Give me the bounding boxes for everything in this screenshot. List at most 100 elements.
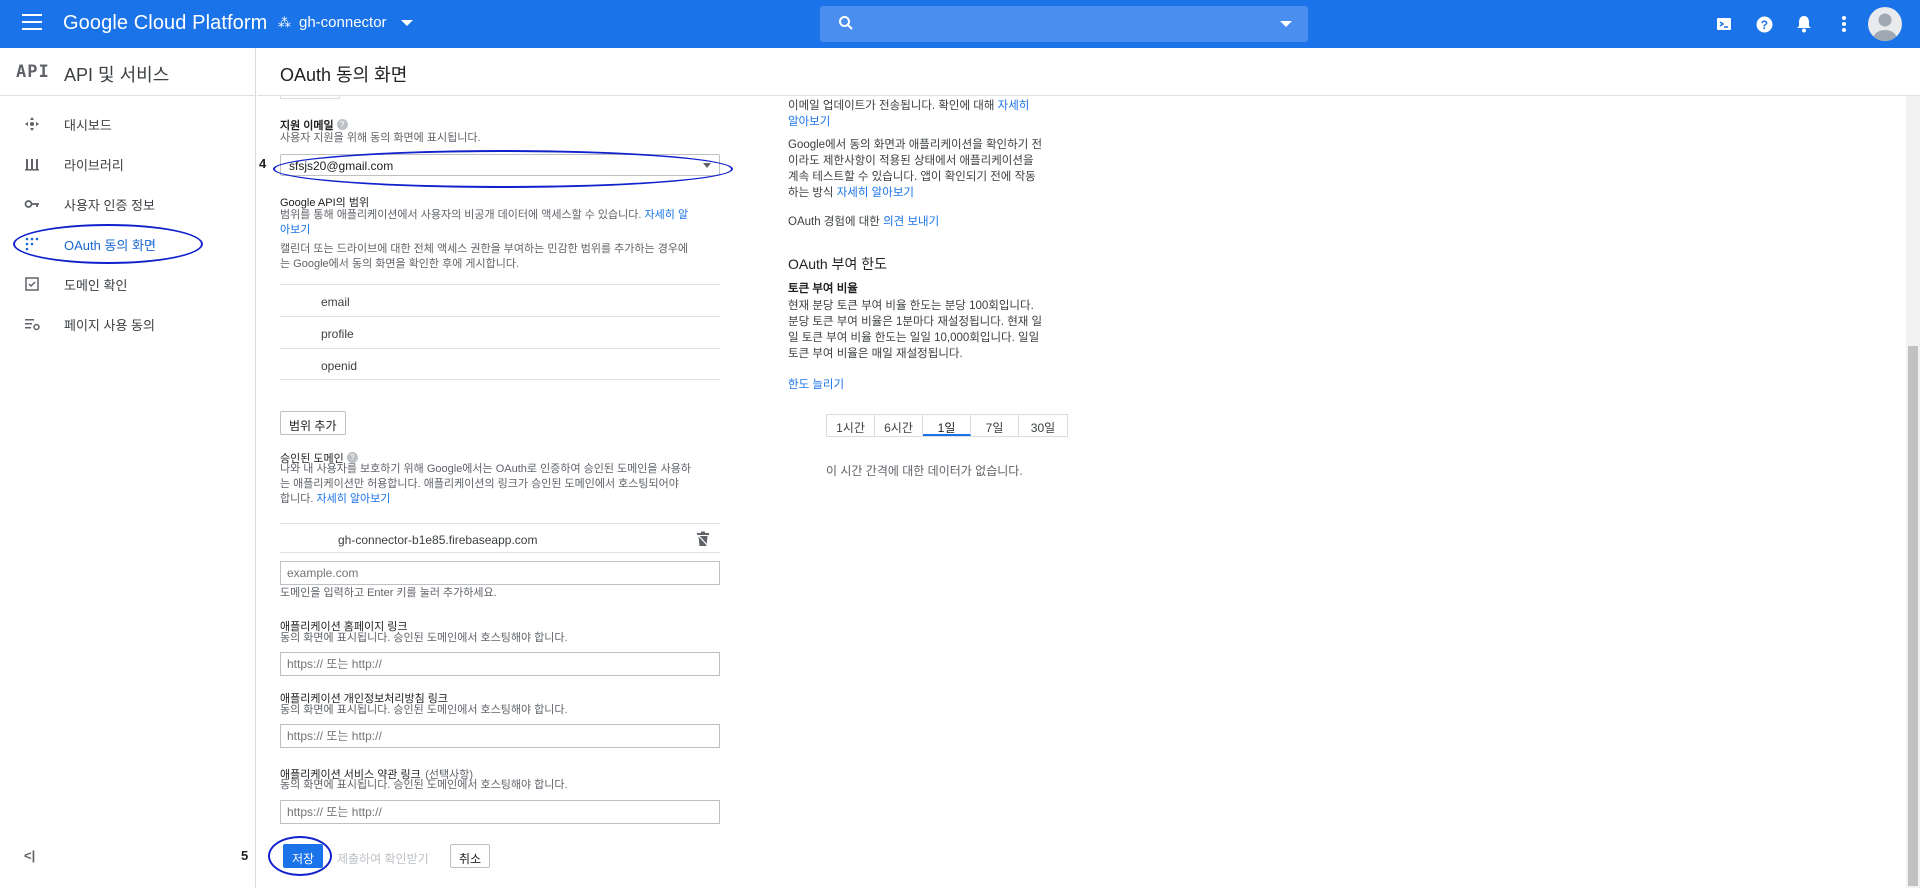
submit-for-verification-button[interactable]: 제출하여 확인받기 xyxy=(328,844,438,868)
send-feedback-link[interactable]: 의견 보내기 xyxy=(883,216,939,228)
grant-rate-info-1: 현재 분당 토큰 부여 비율 한도는 분당 100회입니다. xyxy=(788,300,1034,312)
tab-6-hours[interactable]: 6시간 xyxy=(875,415,923,436)
bell-icon[interactable] xyxy=(1793,13,1815,35)
grant-rate-info-4: 토큰 부여 비율은 매일 재설정됩니다. xyxy=(788,348,963,360)
privacy-link-help: 동의 화면에 표시됩니다. 승인된 도메인에서 호스팅해야 합니다. xyxy=(280,704,568,716)
scopes-sensitive-help-1: 캘린더 또는 드라이브에 대한 전체 액세스 권한을 부여하는 민감한 범위를 … xyxy=(280,243,689,255)
testing-info-1: Google에서 동의 화면과 애플리케이션을 확인하기 전 xyxy=(788,139,1043,151)
account-icon[interactable] xyxy=(1868,7,1902,41)
grant-rate-title: 토큰 부여 비율 xyxy=(788,283,858,295)
cancel-button[interactable]: 취소 xyxy=(450,844,491,868)
scope-row: openid xyxy=(280,348,720,380)
api-logo: API xyxy=(16,62,50,82)
scrollbar-thumb[interactable] xyxy=(1908,346,1918,886)
library-icon xyxy=(25,159,39,171)
add-scope-button[interactable]: 범위 추가 xyxy=(280,411,346,435)
sidebar-item-label: 라이브러리 xyxy=(64,157,124,173)
help-icon[interactable]: ? xyxy=(1753,13,1775,35)
sidebar-item-label: 대시보드 xyxy=(64,117,112,133)
chevron-down-icon xyxy=(400,19,413,26)
scopes-learn-more-link[interactable]: 자세히 알 xyxy=(645,209,689,221)
scopes-learn-more-link-2[interactable]: 아보기 xyxy=(280,224,310,236)
authorized-domains-learn-more-link[interactable]: 자세히 알아보기 xyxy=(316,493,390,505)
sidebar-item-page-usage-agreement[interactable]: 페이지 사용 동의 xyxy=(0,304,256,344)
project-name: gh-connector xyxy=(299,14,387,31)
chevron-down-icon xyxy=(703,163,711,168)
sidebar-item-label: 사용자 인증 정보 xyxy=(64,197,155,213)
time-range-tabs: 1시간 6시간 1일 7일 30일 xyxy=(826,414,1068,437)
menu-icon[interactable] xyxy=(22,14,42,30)
page-header: OAuth 동의 화면 xyxy=(257,48,1920,96)
verification-info: 이메일 업데이트가 전송됩니다. 확인에 대해 자세히 알아보기 xyxy=(788,98,1078,130)
domain-check-icon xyxy=(25,277,39,291)
homepage-link-help: 동의 화면에 표시됩니다. 승인된 도메인에서 호스팅해야 합니다. xyxy=(280,632,568,644)
grant-rate-info-2: 분당 토큰 부여 비율은 1분마다 재설정됩니다. 현재 일 xyxy=(788,316,1043,328)
tab-1-day[interactable]: 1일 xyxy=(923,415,971,436)
verification-info-text: 이메일 업데이트가 전송됩니다. 확인에 대해 xyxy=(788,100,998,112)
domain-input[interactable] xyxy=(280,561,720,585)
terminal-icon[interactable] xyxy=(1713,13,1735,35)
search-input[interactable] xyxy=(820,6,1308,42)
increase-limit-row: 한도 늘리기 xyxy=(788,377,1078,393)
collapse-sidebar-icon[interactable]: <| xyxy=(24,848,35,863)
product-title[interactable]: Google Cloud Platform xyxy=(63,12,267,35)
page-title: OAuth 동의 화면 xyxy=(280,65,408,85)
verification-learn-more-link[interactable]: 자세히 xyxy=(998,100,1030,112)
more-vert-icon[interactable] xyxy=(1833,13,1855,35)
page-scrollbar[interactable] xyxy=(1906,96,1920,888)
support-email-select[interactable]: sfsjs20@gmail.com xyxy=(280,154,720,176)
sidebar-item-library[interactable]: 라이브러리 xyxy=(0,144,256,184)
increase-limit-link[interactable]: 한도 늘리기 xyxy=(788,379,844,391)
dashboard-icon xyxy=(25,117,39,131)
sidebar: API API 및 서비스 대시보드 라이브러리 사용자 인증 정보 OAuth… xyxy=(0,48,256,888)
homepage-link-input[interactable] xyxy=(280,652,720,676)
sidebar-item-label: OAuth 동의 화면 xyxy=(64,237,156,253)
trash-icon[interactable] xyxy=(696,531,710,547)
sidebar-item-domain-verification[interactable]: 도메인 확인 xyxy=(0,264,256,304)
sidebar-header: API API 및 서비스 xyxy=(0,48,256,96)
domain-input-hint: 도메인을 입력하고 Enter 키를 눌러 추가하세요. xyxy=(280,587,497,599)
sidebar-item-credentials[interactable]: 사용자 인증 정보 xyxy=(0,184,256,224)
authorized-domains-help-3: 합니다. xyxy=(280,493,317,505)
scopes-sensitive-help-2: 는 Google에서 동의 화면을 확인한 후에 게시합니다. xyxy=(280,258,520,270)
testing-info-4: 하는 방식 xyxy=(788,187,837,199)
step-number-5: 5 xyxy=(241,848,249,863)
tab-30-days[interactable]: 30일 xyxy=(1019,415,1067,436)
scope-name: profile xyxy=(321,327,354,341)
grant-rate-info: 현재 분당 토큰 부여 비율 한도는 분당 100회입니다. 분당 토큰 부여 … xyxy=(788,298,1078,362)
tos-link-help: 동의 화면에 표시됩니다. 승인된 도메인에서 호스팅해야 합니다. xyxy=(280,779,568,791)
grant-limit-title: OAuth 부여 한도 xyxy=(788,256,887,272)
authorized-domain-row: gh-connector-b1e85.firebaseapp.com xyxy=(280,523,720,553)
settings-list-icon xyxy=(25,319,40,331)
search-icon xyxy=(839,16,853,30)
scope-name: email xyxy=(321,295,350,309)
previous-field-edge xyxy=(280,96,340,99)
save-button[interactable]: 저장 xyxy=(283,844,324,868)
testing-info: Google에서 동의 화면과 애플리케이션을 확인하기 전 이라도 제한사항이… xyxy=(788,137,1078,201)
top-app-bar: Google Cloud Platform ⁂ gh-connector ? xyxy=(0,0,1920,48)
project-selector[interactable]: ⁂ gh-connector xyxy=(278,14,413,31)
sidebar-item-dashboard[interactable]: 대시보드 xyxy=(0,104,256,144)
svg-text:?: ? xyxy=(1760,18,1767,31)
authorized-domain-value: gh-connector-b1e85.firebaseapp.com xyxy=(338,533,538,547)
tab-1-hour[interactable]: 1시간 xyxy=(827,415,875,436)
testing-info-2: 이라도 제한사항이 적용된 상태에서 애플리케이션을 xyxy=(788,155,1034,167)
tos-link-input[interactable] xyxy=(280,800,720,824)
scope-name: openid xyxy=(321,359,358,373)
support-email-value: sfsjs20@gmail.com xyxy=(289,159,394,173)
help-icon[interactable]: ? xyxy=(336,119,348,131)
verification-learn-more-link-2[interactable]: 알아보기 xyxy=(788,116,830,128)
feedback-text: OAuth 경험에 대한 xyxy=(788,216,884,228)
testing-learn-more-link[interactable]: 자세히 알아보기 xyxy=(837,187,914,199)
search-dropdown-icon[interactable] xyxy=(1280,21,1292,27)
sidebar-item-oauth-consent[interactable]: OAuth 동의 화면 xyxy=(0,224,256,264)
scopes-help: 범위를 통해 애플리케이션에서 사용자의 비공개 데이터에 액세스할 수 있습니… xyxy=(280,208,725,238)
step-number-4: 4 xyxy=(259,156,267,171)
scope-row: email xyxy=(280,284,720,316)
sidebar-item-label: 페이지 사용 동의 xyxy=(64,317,155,333)
sidebar-item-label: 도메인 확인 xyxy=(64,277,128,293)
sidebar-title: API 및 서비스 xyxy=(64,65,170,85)
scopes-sensitive-help: 캘린더 또는 드라이브에 대한 전체 액세스 권한을 부여하는 민감한 범위를 … xyxy=(280,242,725,272)
tab-7-days[interactable]: 7일 xyxy=(971,415,1019,436)
privacy-link-input[interactable] xyxy=(280,724,720,748)
